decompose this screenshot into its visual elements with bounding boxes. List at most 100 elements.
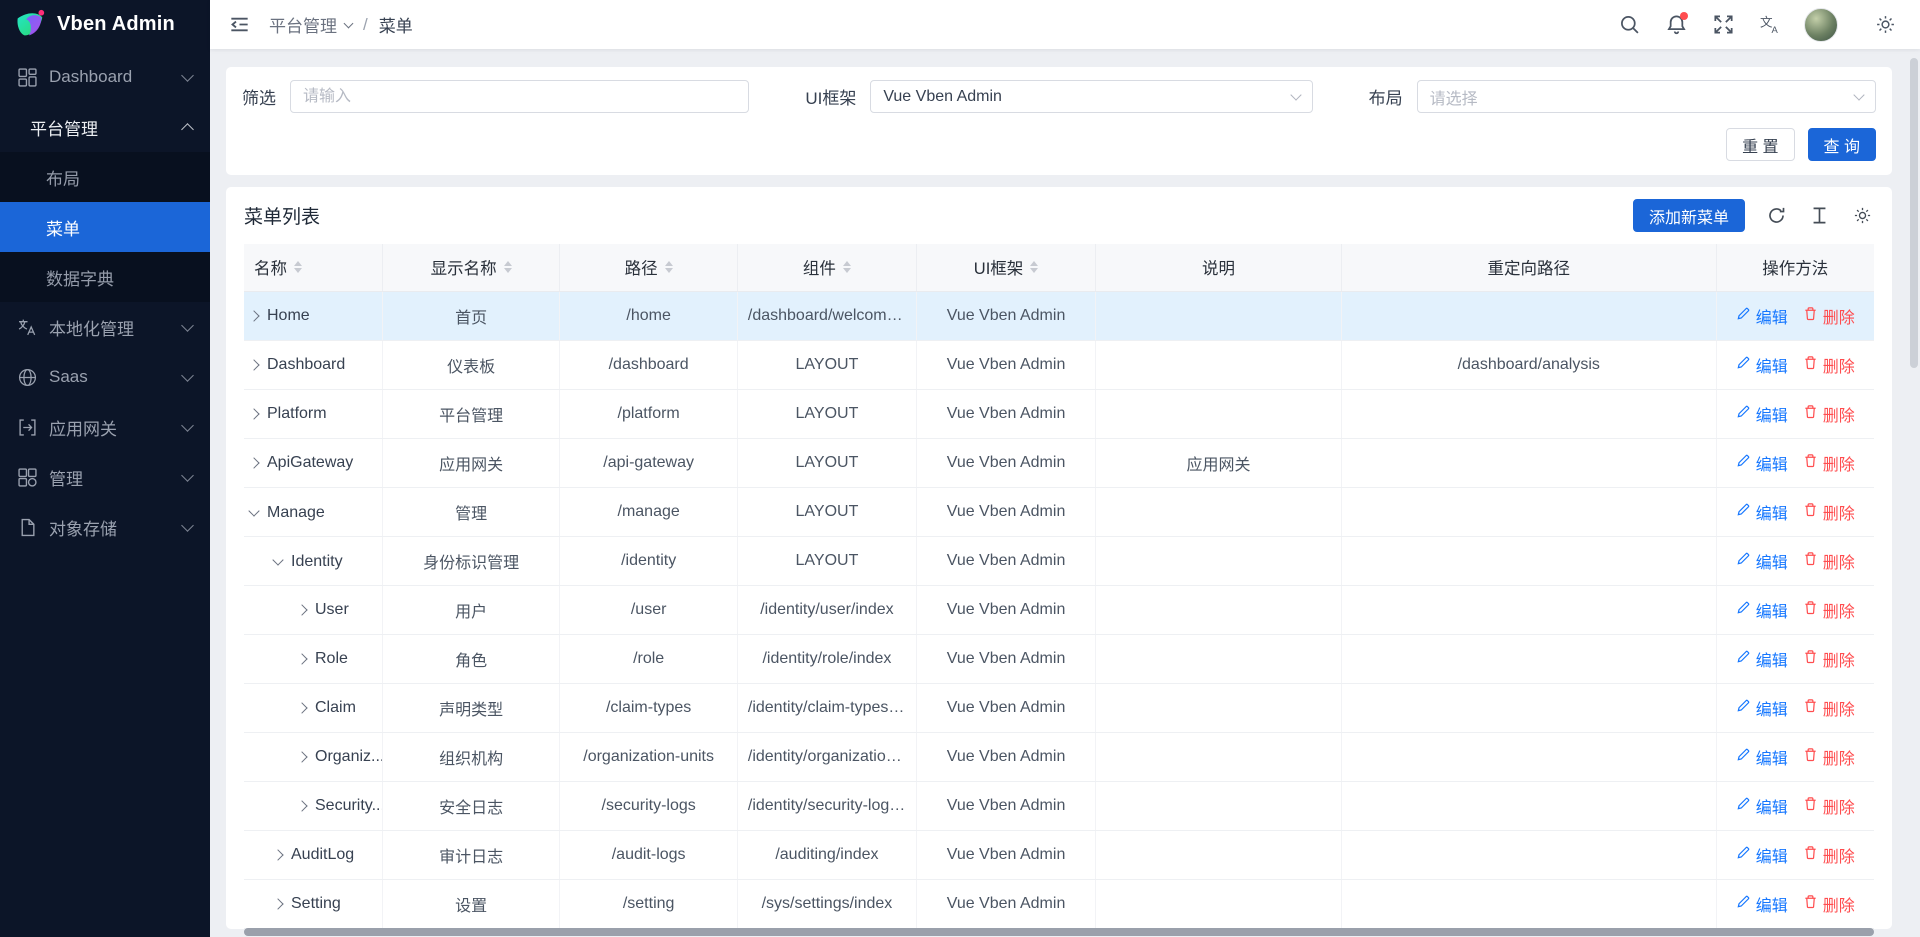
column-header-ui[interactable]: UI框架 [916, 244, 1095, 291]
sidebar-item-saas[interactable]: Saas [0, 352, 210, 402]
pencil-icon [1736, 453, 1751, 473]
sidebar-item-storage[interactable]: 对象存储 [0, 502, 210, 552]
edit-button[interactable]: 编辑 [1736, 549, 1788, 573]
cell-redirect-path [1341, 291, 1716, 340]
table-row[interactable]: Role角色/role/identity/role/indexVue Vben … [244, 634, 1874, 683]
delete-button[interactable]: 删除 [1803, 549, 1855, 573]
row-expand-icon[interactable] [296, 751, 307, 762]
settings-icon[interactable] [1872, 12, 1898, 38]
column-header-path[interactable]: 路径 [560, 244, 737, 291]
sort-icon[interactable] [1030, 261, 1038, 273]
delete-button[interactable]: 删除 [1803, 304, 1855, 328]
row-expand-icon[interactable] [296, 653, 307, 664]
translate-icon[interactable]: 文A [1757, 12, 1783, 38]
search-icon[interactable] [1616, 12, 1642, 38]
column-header-component[interactable]: 组件 [737, 244, 916, 291]
edit-button[interactable]: 编辑 [1736, 892, 1788, 916]
column-header-actions: 操作方法 [1716, 244, 1874, 291]
add-menu-button[interactable]: 添加新菜单 [1633, 199, 1745, 232]
pencil-icon [1736, 502, 1751, 522]
table-row[interactable]: Dashboard仪表板/dashboardLAYOUTVue Vben Adm… [244, 340, 1874, 389]
column-header-name[interactable]: 名称 [244, 244, 382, 291]
row-expand-icon[interactable] [248, 310, 259, 321]
sidebar-item-dictionary[interactable]: 数据字典 [0, 252, 210, 302]
delete-button[interactable]: 删除 [1803, 892, 1855, 916]
edit-button[interactable]: 编辑 [1736, 794, 1788, 818]
edit-button[interactable]: 编辑 [1736, 647, 1788, 671]
sidebar-item-menu[interactable]: 菜单 [0, 202, 210, 252]
table-row[interactable]: Identity身份标识管理/identityLAYOUTVue Vben Ad… [244, 536, 1874, 585]
delete-button[interactable]: 删除 [1803, 402, 1855, 426]
bell-icon[interactable] [1663, 12, 1689, 38]
search-button[interactable]: 查 询 [1808, 128, 1876, 161]
table-settings-icon[interactable] [1850, 204, 1874, 228]
edit-button[interactable]: 编辑 [1736, 598, 1788, 622]
table-row[interactable]: AuditLog审计日志/audit-logs/auditing/indexVu… [244, 830, 1874, 879]
collapse-sidebar-icon[interactable] [226, 12, 252, 38]
row-expand-icon[interactable] [248, 359, 259, 370]
table-row[interactable]: Platform平台管理/platformLAYOUTVue Vben Admi… [244, 389, 1874, 438]
sort-icon[interactable] [294, 261, 302, 273]
avatar[interactable] [1804, 8, 1838, 42]
edit-button[interactable]: 编辑 [1736, 451, 1788, 475]
row-expand-icon[interactable] [272, 898, 283, 909]
sort-icon[interactable] [504, 261, 512, 273]
delete-button[interactable]: 删除 [1803, 353, 1855, 377]
fullscreen-icon[interactable] [1710, 12, 1736, 38]
table-row[interactable]: Manage管理/manageLAYOUTVue Vben Admin编辑删除 [244, 487, 1874, 536]
delete-button[interactable]: 删除 [1803, 451, 1855, 475]
horizontal-scrollbar-thumb[interactable] [244, 928, 1874, 936]
sort-icon[interactable] [665, 261, 673, 273]
edit-button[interactable]: 编辑 [1736, 353, 1788, 377]
localization-icon [18, 318, 37, 337]
edit-button[interactable]: 编辑 [1736, 304, 1788, 328]
sort-icon[interactable] [843, 261, 851, 273]
sidebar-item-dashboard[interactable]: Dashboard [0, 52, 210, 102]
row-expand-icon[interactable] [248, 408, 259, 419]
vertical-scrollbar-thumb[interactable] [1910, 58, 1918, 368]
sidebar-item-platform[interactable]: 平台管理 [0, 102, 210, 152]
sidebar-item-manage[interactable]: 管理 [0, 452, 210, 502]
sidebar-item-localization[interactable]: 本地化管理 [0, 302, 210, 352]
edit-button[interactable]: 编辑 [1736, 843, 1788, 867]
table-row[interactable]: Home首页/home/dashboard/welcome/in...Vue V… [244, 291, 1874, 340]
row-expand-icon[interactable] [296, 800, 307, 811]
edit-button[interactable]: 编辑 [1736, 696, 1788, 720]
delete-button[interactable]: 删除 [1803, 745, 1855, 769]
sidebar-item-layout[interactable]: 布局 [0, 152, 210, 202]
table-row[interactable]: ApiGateway应用网关/api-gatewayLAYOUTVue Vben… [244, 438, 1874, 487]
reset-button[interactable]: 重 置 [1726, 128, 1794, 161]
delete-button[interactable]: 删除 [1803, 794, 1855, 818]
row-expand-icon[interactable] [296, 604, 307, 615]
row-height-icon[interactable] [1807, 204, 1831, 228]
edit-button[interactable]: 编辑 [1736, 745, 1788, 769]
row-collapse-icon[interactable] [272, 554, 283, 565]
delete-button[interactable]: 删除 [1803, 647, 1855, 671]
row-collapse-icon[interactable] [248, 505, 259, 516]
row-expand-icon[interactable] [248, 457, 259, 468]
sidebar-item-gateway[interactable]: 应用网关 [0, 402, 210, 452]
table-row[interactable]: Setting设置/setting/sys/settings/indexVue … [244, 879, 1874, 928]
delete-button[interactable]: 删除 [1803, 696, 1855, 720]
row-expand-icon[interactable] [296, 702, 307, 713]
table-row[interactable]: Security...安全日志/security-logs/identity/s… [244, 781, 1874, 830]
delete-button[interactable]: 删除 [1803, 598, 1855, 622]
table-row[interactable]: Organiz...组织机构/organization-units/identi… [244, 732, 1874, 781]
layout-select[interactable]: 请选择 [1417, 80, 1876, 113]
filter-keyword-input[interactable] [290, 80, 749, 113]
delete-button[interactable]: 删除 [1803, 843, 1855, 867]
logo[interactable]: Vben Admin [0, 0, 210, 49]
chevron-down-icon [181, 519, 194, 532]
table-row[interactable]: User用户/user/identity/user/indexVue Vben … [244, 585, 1874, 634]
refresh-icon[interactable] [1764, 204, 1788, 228]
edit-button[interactable]: 编辑 [1736, 402, 1788, 426]
edit-button[interactable]: 编辑 [1736, 500, 1788, 524]
cell-display-name: 平台管理 [382, 389, 559, 438]
delete-button[interactable]: 删除 [1803, 500, 1855, 524]
table-row[interactable]: Claim声明类型/claim-types/identity/claim-typ… [244, 683, 1874, 732]
cell-description [1096, 732, 1342, 781]
column-header-display[interactable]: 显示名称 [382, 244, 559, 291]
breadcrumb-parent[interactable]: 平台管理 [269, 12, 352, 37]
ui-framework-select[interactable]: Vue Vben Admin [870, 80, 1312, 113]
row-expand-icon[interactable] [272, 849, 283, 860]
